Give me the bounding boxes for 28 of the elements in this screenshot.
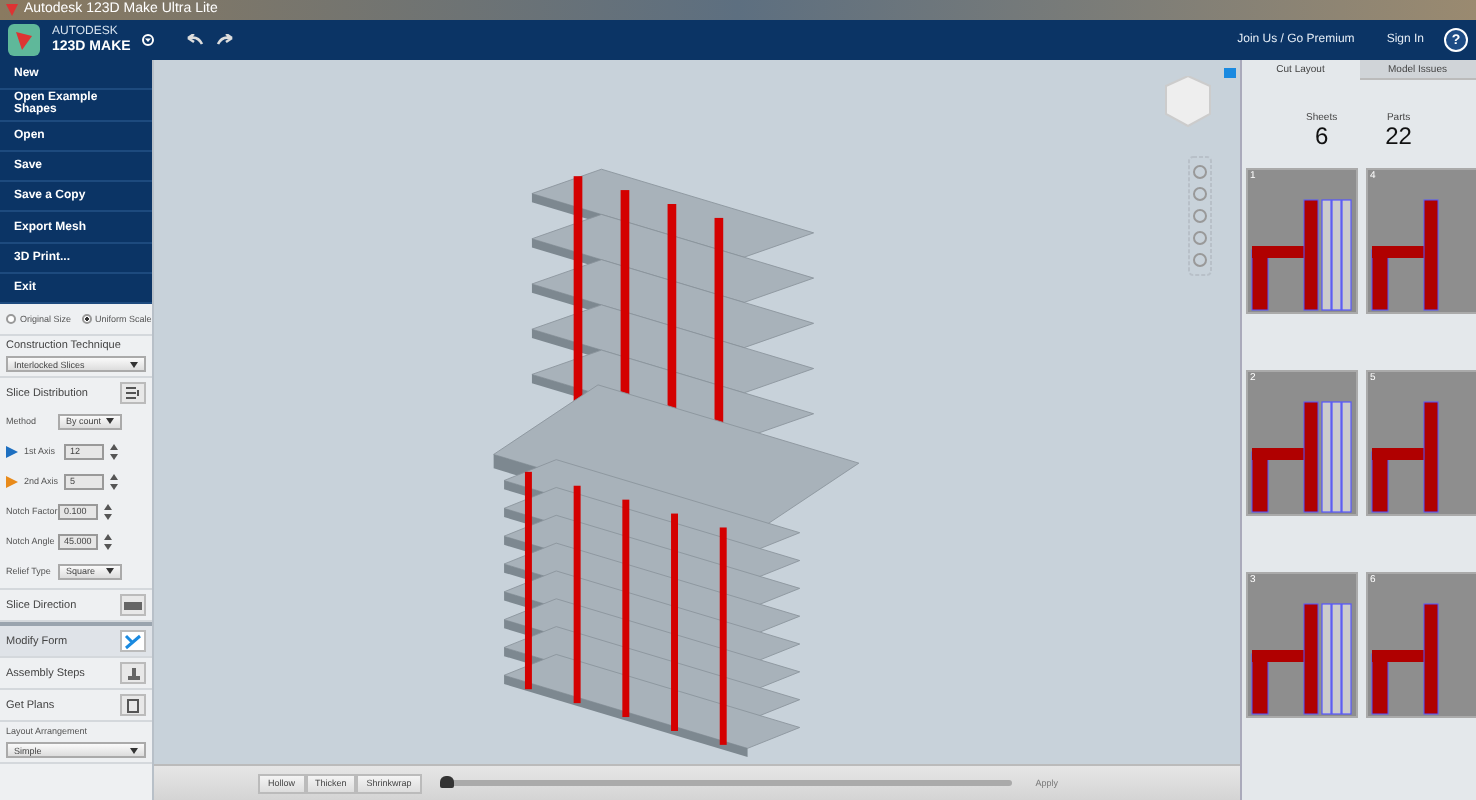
modify-form-icon — [124, 633, 142, 650]
spinner-icon — [110, 473, 118, 490]
pages-icon — [126, 697, 140, 714]
spinner-icon — [110, 443, 118, 460]
stat-value: 6 — [1314, 124, 1329, 148]
undo-icon[interactable] — [186, 34, 205, 46]
caret-icon — [130, 747, 138, 754]
step-button[interactable] — [120, 594, 146, 617]
step-button[interactable] — [120, 630, 146, 653]
slice-direction-icon — [124, 599, 142, 612]
spinner-icon — [104, 503, 112, 520]
logo-icon — [8, 24, 40, 56]
dropdown-icon[interactable] — [142, 34, 155, 46]
step-button[interactable] — [120, 662, 146, 685]
redo-icon[interactable] — [216, 34, 235, 46]
caret-icon — [106, 568, 114, 575]
stack-icon — [125, 665, 141, 682]
list-icon[interactable] — [120, 382, 146, 405]
step-button[interactable] — [120, 694, 146, 717]
axis-flag-icon — [6, 445, 18, 458]
slider-track[interactable] — [445, 780, 1012, 786]
app-icon — [6, 4, 18, 16]
slider-thumb[interactable] — [439, 776, 454, 788]
caret-icon — [130, 361, 138, 368]
axis-flag-icon — [6, 475, 18, 488]
stat-value: 22 — [1385, 124, 1412, 148]
caret-icon — [106, 418, 114, 425]
spinner-icon — [104, 533, 112, 550]
